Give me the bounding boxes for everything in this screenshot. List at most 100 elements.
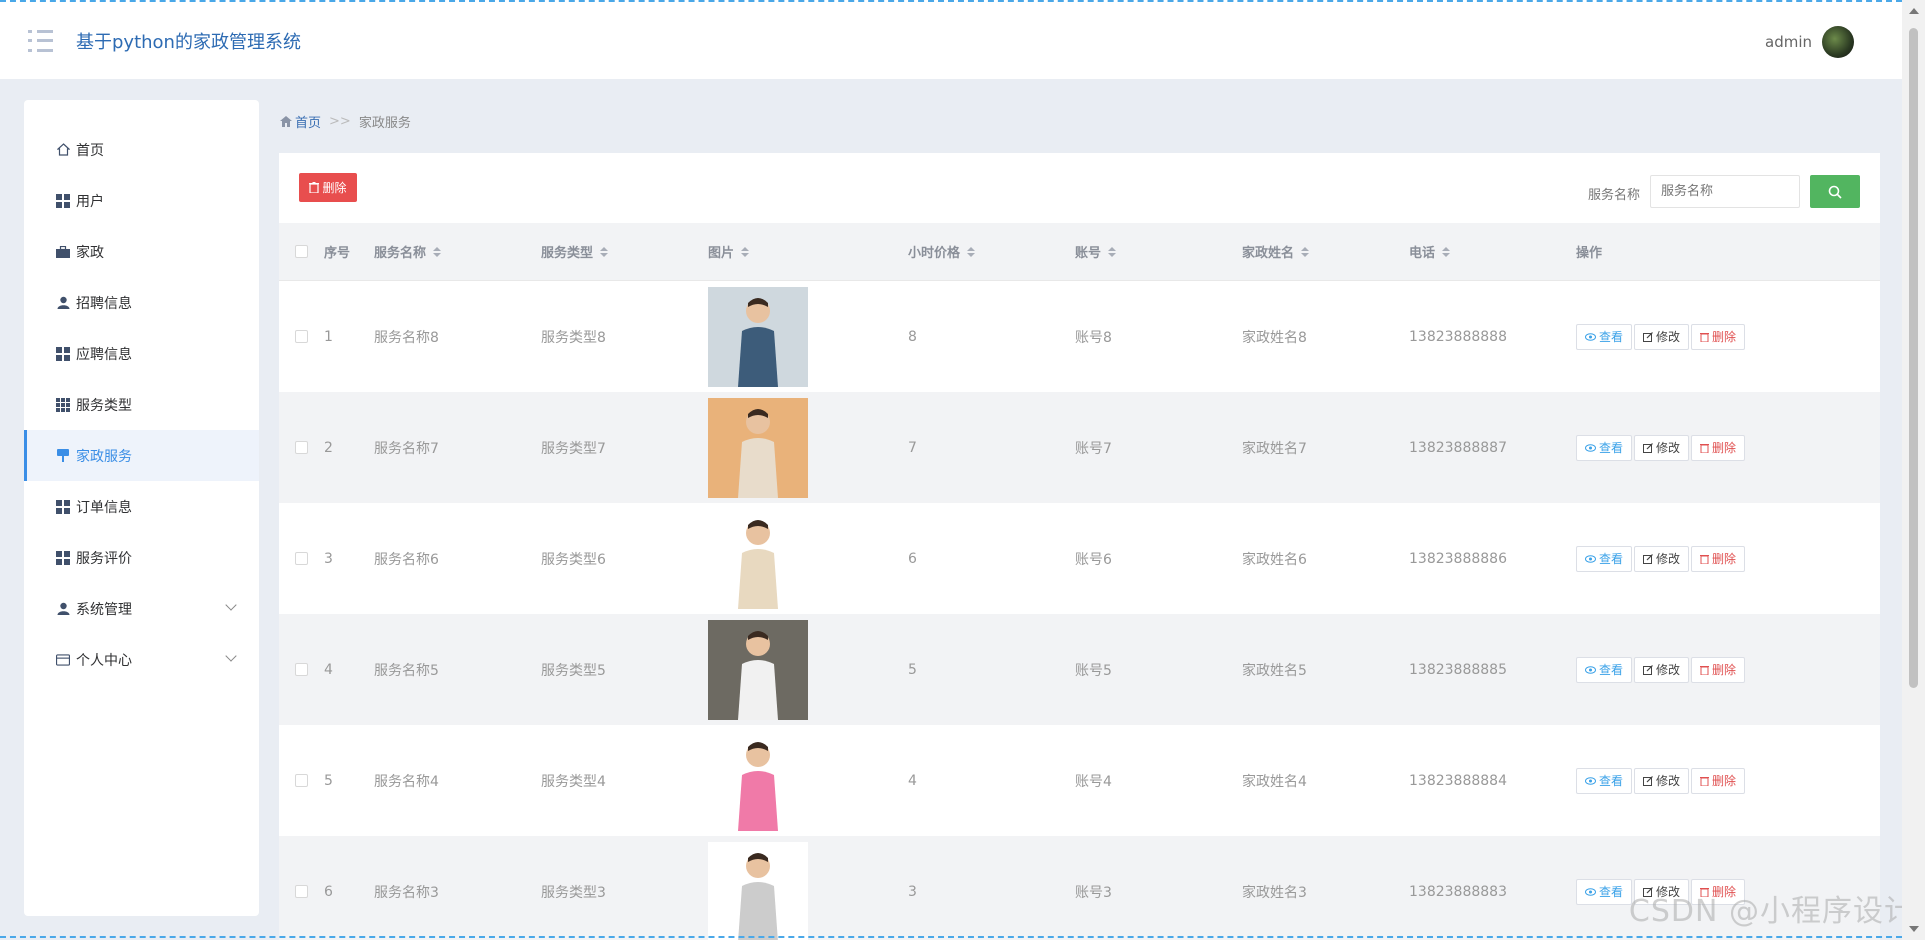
grid-icon (56, 193, 70, 208)
scrollbar-thumb[interactable] (1909, 28, 1918, 688)
row-checkbox[interactable] (295, 552, 308, 565)
row-checkbox[interactable] (295, 885, 308, 898)
cell-index: 3 (324, 550, 333, 567)
bulk-delete-label: 删除 (322, 181, 347, 195)
scroll-down-icon[interactable] (1909, 926, 1919, 932)
sidebar-item-5[interactable]: 服务类型 (24, 379, 259, 430)
sidebar-item-label: 应聘信息 (76, 346, 132, 363)
header-name[interactable]: 服务名称 (374, 242, 541, 261)
toolbar: 删除 服务名称 (279, 153, 1880, 223)
menu-toggle-icon[interactable] (28, 29, 54, 52)
sort-icon[interactable] (967, 246, 976, 257)
delete-button[interactable]: 删除 (1691, 545, 1746, 572)
sidebar-item-10[interactable]: 个人中心 (24, 634, 259, 685)
edit-button[interactable]: 修改 (1634, 545, 1690, 572)
sort-icon[interactable] (1108, 246, 1117, 257)
bottom-border (0, 936, 1902, 938)
cell-name: 服务名称6 (374, 551, 439, 568)
service-photo (708, 730, 808, 831)
user-icon (56, 602, 70, 616)
row-checkbox[interactable] (295, 663, 308, 676)
eye-icon (1585, 887, 1596, 896)
delete-button[interactable]: 删除 (1691, 434, 1746, 461)
cell-name: 服务名称3 (374, 884, 439, 901)
cell-index: 5 (324, 772, 333, 789)
view-label: 查看 (1599, 330, 1624, 344)
cell-phone: 13823888888 (1409, 328, 1507, 345)
sidebar-item-label: 服务类型 (76, 397, 132, 414)
header-hname[interactable]: 家政姓名 (1242, 242, 1409, 261)
row-checkbox[interactable] (295, 330, 308, 343)
row-actions: 查看 修改 删除 (1576, 545, 1876, 572)
avatar[interactable] (1822, 26, 1854, 58)
delete-label: 删除 (1712, 552, 1737, 566)
header-image[interactable]: 图片 (708, 242, 908, 261)
row-checkbox[interactable] (295, 441, 308, 454)
header-image-label: 图片 (708, 246, 735, 261)
edit-button[interactable]: 修改 (1634, 656, 1690, 683)
cell-index: 2 (324, 439, 333, 456)
cell-index: 6 (324, 883, 333, 900)
service-photo (708, 619, 808, 720)
bulk-delete-button[interactable]: 删除 (299, 173, 357, 202)
sidebar-item-1[interactable]: 用户 (24, 175, 259, 226)
edit-label: 修改 (1656, 330, 1681, 344)
search-button[interactable] (1810, 175, 1860, 208)
header-phone[interactable]: 电话 (1409, 242, 1576, 261)
row-actions: 查看 修改 删除 (1576, 767, 1876, 794)
delete-button[interactable]: 删除 (1691, 323, 1746, 350)
username-label[interactable]: admin (1765, 33, 1812, 51)
header-phone-label: 电话 (1409, 246, 1436, 261)
page-scrollbar[interactable] (1902, 0, 1925, 940)
cell-account: 账号7 (1075, 440, 1112, 457)
edit-icon (1643, 442, 1653, 453)
view-button[interactable]: 查看 (1576, 434, 1633, 461)
view-button[interactable]: 查看 (1576, 545, 1633, 572)
cell-phone: 13823888886 (1409, 550, 1507, 567)
grid9-icon (56, 397, 70, 412)
sidebar-item-9[interactable]: 系统管理 (24, 583, 259, 634)
delete-button[interactable]: 删除 (1691, 656, 1746, 683)
sidebar-item-3[interactable]: 招聘信息 (24, 277, 259, 328)
table-row: 3 服务名称6 服务类型6 6 账号6 家政姓名6 13823888886 查看… (279, 503, 1880, 614)
sort-icon[interactable] (1442, 246, 1451, 257)
header-index: 序号 (324, 246, 351, 261)
sidebar-item-8[interactable]: 服务评价 (24, 532, 259, 583)
sort-icon[interactable] (741, 246, 750, 257)
service-photo (708, 841, 808, 940)
sidebar-item-0[interactable]: 首页 (24, 124, 259, 175)
sidebar-item-6[interactable]: 家政服务 (24, 430, 259, 481)
sidebar-item-7[interactable]: 订单信息 (24, 481, 259, 532)
sort-icon[interactable] (600, 246, 609, 257)
scroll-up-icon[interactable] (1909, 8, 1919, 14)
app-title: 基于python的家政管理系统 (76, 31, 301, 53)
header-account-label: 账号 (1075, 246, 1102, 261)
view-button[interactable]: 查看 (1576, 878, 1633, 905)
sort-icon[interactable] (433, 246, 442, 257)
cell-phone: 13823888887 (1409, 439, 1507, 456)
edit-button[interactable]: 修改 (1634, 434, 1690, 461)
row-checkbox[interactable] (295, 774, 308, 787)
sidebar-item-2[interactable]: 家政 (24, 226, 259, 277)
breadcrumb-home[interactable]: 首页 (280, 112, 321, 131)
delete-button[interactable]: 删除 (1691, 767, 1746, 794)
user-menu[interactable]: admin (1765, 26, 1854, 58)
search-input[interactable] (1650, 175, 1800, 208)
sort-icon[interactable] (1301, 246, 1310, 257)
view-button[interactable]: 查看 (1576, 767, 1633, 794)
header-price[interactable]: 小时价格 (908, 242, 1075, 261)
edit-button[interactable]: 修改 (1634, 767, 1690, 794)
view-button[interactable]: 查看 (1576, 656, 1633, 683)
view-button[interactable]: 查看 (1576, 323, 1633, 350)
eye-icon (1585, 443, 1596, 452)
header-type[interactable]: 服务类型 (541, 242, 708, 261)
breadcrumb-home-label[interactable]: 首页 (295, 112, 321, 131)
header-account[interactable]: 账号 (1075, 242, 1242, 261)
cell-type: 服务类型3 (541, 884, 606, 901)
select-all-checkbox[interactable] (295, 245, 308, 258)
cell-index: 4 (324, 661, 333, 678)
cell-name: 服务名称4 (374, 773, 439, 790)
view-label: 查看 (1599, 441, 1624, 455)
edit-button[interactable]: 修改 (1634, 323, 1690, 350)
sidebar-item-4[interactable]: 应聘信息 (24, 328, 259, 379)
